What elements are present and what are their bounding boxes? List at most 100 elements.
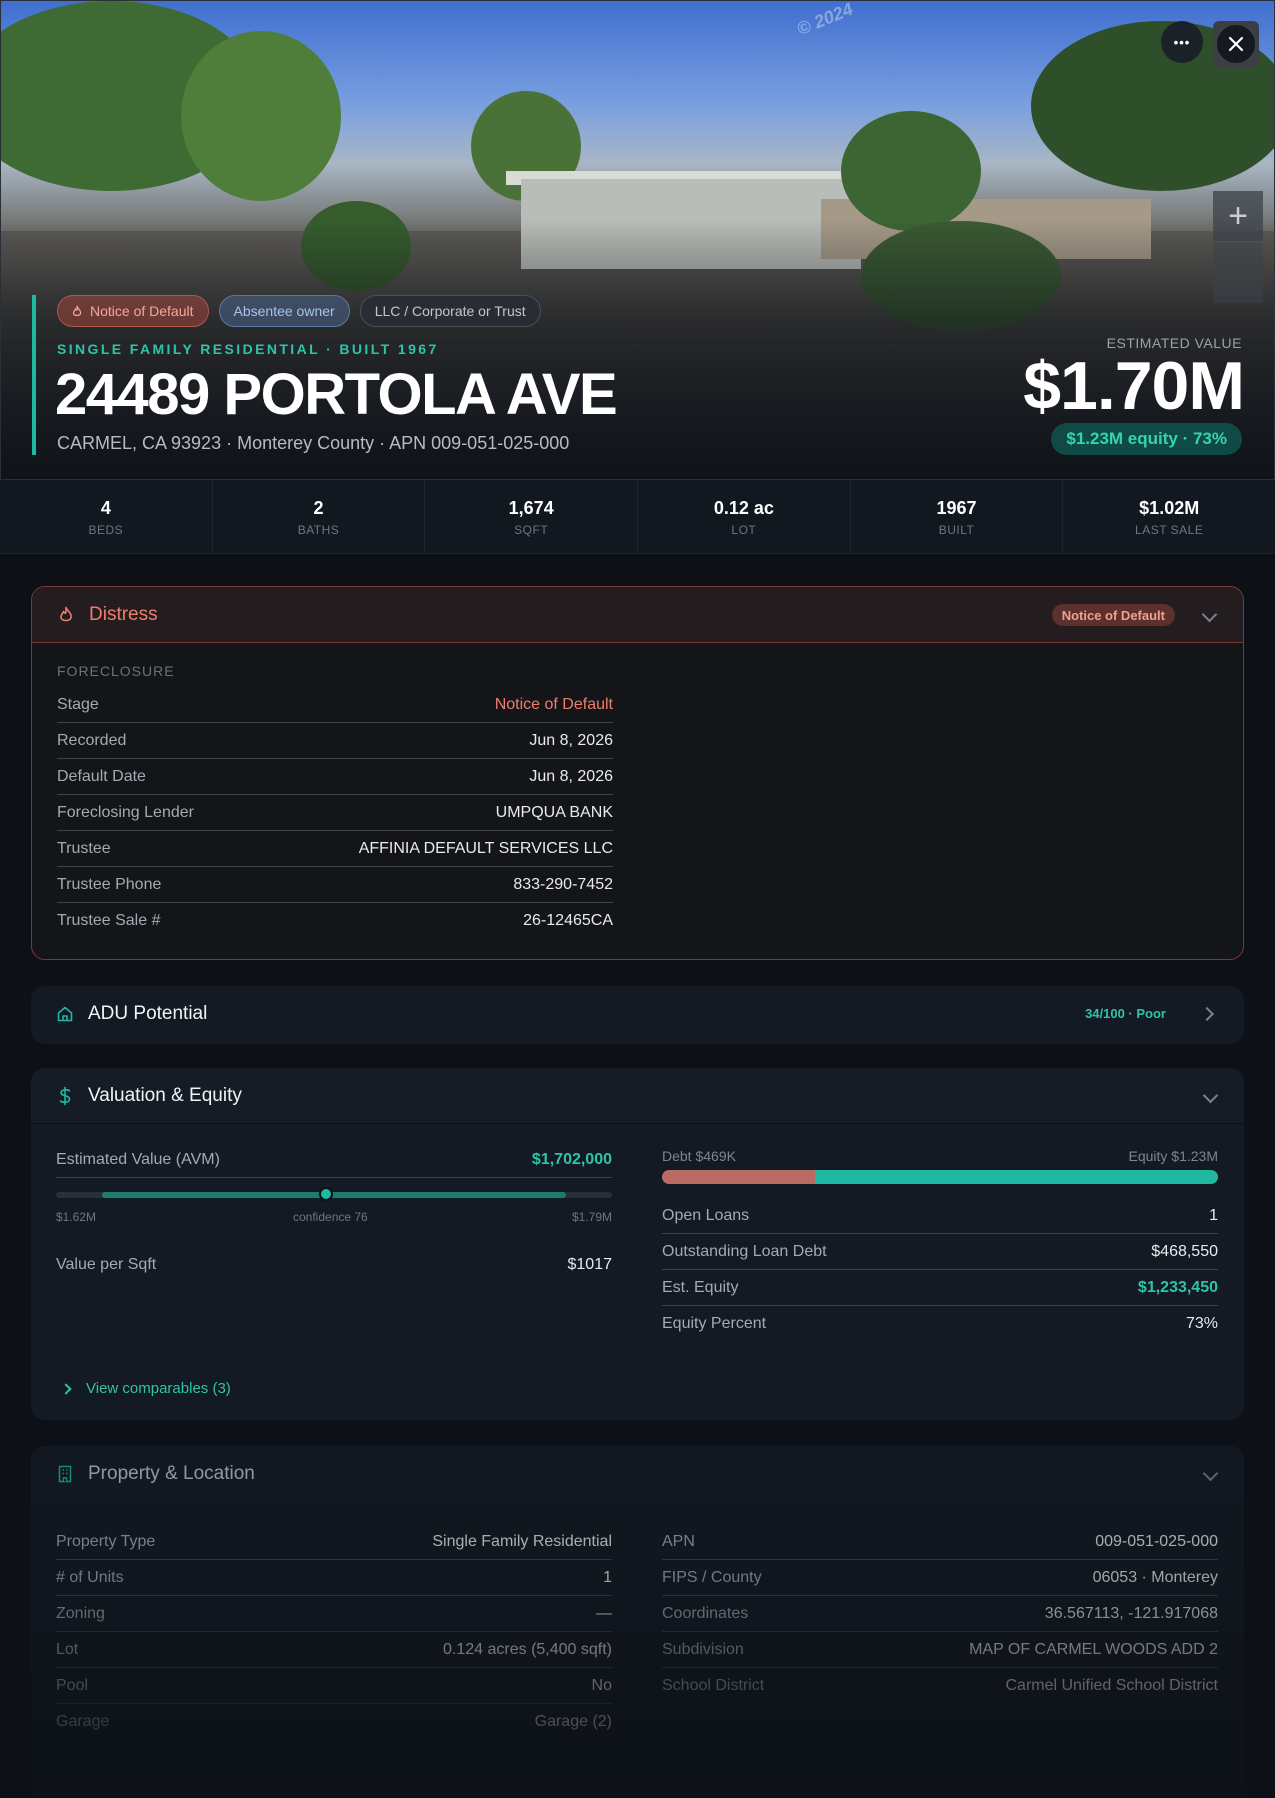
- row-trustee-sale: Trustee Sale # 26-12465CA: [57, 903, 613, 939]
- stat-label: BATHS: [297, 523, 340, 537]
- stat-sqft: 1,674 SQFT: [425, 480, 639, 553]
- row-value: 009-051-025-000: [1095, 1532, 1218, 1550]
- more-icon: •••: [1173, 34, 1191, 50]
- zoom-out-button[interactable]: [1213, 243, 1263, 303]
- equity-label: Equity $1.23M: [1128, 1148, 1219, 1164]
- valuation-header[interactable]: Valuation & Equity: [31, 1068, 1244, 1124]
- stat-label: BUILT: [938, 523, 975, 537]
- row-equity-percent: Equity Percent 73%: [662, 1306, 1218, 1342]
- distress-card: Distress Notice of Default FORECLOSURE S…: [31, 586, 1244, 960]
- debt-equity-bar: [662, 1170, 1218, 1184]
- avm-value: $1,702,000: [531, 1150, 612, 1168]
- row-open-loans: Open Loans 1: [662, 1198, 1218, 1234]
- stat-lot: 0.12 ac LOT: [638, 480, 851, 553]
- row-key: Est. Equity: [662, 1278, 739, 1296]
- stats-bar: 4 BEDS 2 BATHS 1,674 SQFT 0.12 ac LOT 1967 BU…: [0, 480, 1275, 554]
- chevron-down-icon[interactable]: [1202, 1465, 1219, 1482]
- row-lot: Lot 0.124 acres (5,400 sqft): [56, 1632, 612, 1668]
- row-key: Trustee Sale #: [57, 912, 161, 929]
- row-key: Stage: [57, 695, 99, 713]
- stat-value: 2: [313, 498, 324, 518]
- row-key: Pool: [56, 1676, 89, 1694]
- row-garage: Garage Garage (2): [56, 1704, 612, 1740]
- stat-label: BEDS: [88, 523, 124, 537]
- row-value: —: [596, 1604, 612, 1622]
- row-value: $468,550: [1151, 1242, 1218, 1260]
- row-value: $1017: [567, 1256, 613, 1273]
- distress-header[interactable]: Distress Notice of Default: [32, 587, 1243, 643]
- view-comparables-link[interactable]: View comparables (3): [56, 1380, 231, 1397]
- tag-label: Absentee owner: [233, 303, 335, 319]
- property-location-card: Property & Location Property Type Single …: [31, 1446, 1244, 1798]
- range-high: $1.79M: [572, 1210, 613, 1224]
- stat-value: 1,674: [508, 498, 554, 518]
- tag-list: Notice of Default Absentee owner LLC / C…: [57, 295, 541, 327]
- image-watermark: © 2024: [794, 0, 856, 40]
- equity-badge: $1.23M equity · 73%: [1051, 423, 1242, 455]
- stat-value: 4: [100, 498, 111, 518]
- more-options-button[interactable]: •••: [1161, 21, 1203, 63]
- row-key: Value per Sqft: [56, 1256, 157, 1273]
- row-value: $1,233,450: [1137, 1278, 1218, 1296]
- adu-score: 34/100 · Poor: [1085, 1006, 1166, 1021]
- row-key: # of Units: [56, 1568, 124, 1586]
- foreclosure-label: FORECLOSURE: [57, 663, 175, 679]
- tag-label: Notice of Default: [90, 303, 194, 319]
- tag-absentee-owner[interactable]: Absentee owner: [218, 295, 350, 327]
- property-header[interactable]: Property & Location: [31, 1446, 1244, 1502]
- row-trustee: Trustee AFFINIA DEFAULT SERVICES LLC: [57, 831, 613, 867]
- stat-value: $1.02M: [1139, 498, 1200, 518]
- row-key: APN: [662, 1532, 695, 1550]
- row-school-district: School District Carmel Unified School Dis…: [662, 1668, 1218, 1704]
- close-button[interactable]: [1213, 21, 1259, 67]
- value-per-sqft-row: Value per Sqft $1017: [56, 1247, 612, 1283]
- row-key: Open Loans: [662, 1206, 750, 1224]
- distress-title: Distress: [89, 603, 158, 625]
- row-key: Zoning: [56, 1604, 105, 1622]
- debt-segment: [662, 1170, 816, 1184]
- row-key: Property Type: [56, 1532, 156, 1550]
- row-key: Garage: [56, 1713, 110, 1730]
- row-value: Jun 8, 2026: [529, 767, 613, 785]
- zoom-in-button[interactable]: +: [1213, 191, 1263, 241]
- row-key: Subdivision: [662, 1640, 744, 1658]
- row-value: 06053 · Monterey: [1092, 1568, 1218, 1586]
- stat-value: 1967: [936, 498, 977, 518]
- range-marker: [318, 1187, 333, 1201]
- row-key: Equity Percent: [662, 1315, 767, 1332]
- row-units: # of Units 1: [56, 1560, 612, 1596]
- property-location: CARMEL, CA 93923 · Monterey County · APN…: [57, 433, 570, 453]
- row-value: MAP OF CARMEL WOODS ADD 2: [969, 1640, 1218, 1658]
- hero-photo: © 2024 ••• + Notice of Default Absentee …: [0, 0, 1275, 480]
- row-stage: Stage Notice of Default: [57, 687, 613, 723]
- stat-last-sale: $1.02M LAST SALE: [1063, 480, 1275, 553]
- row-value: Jun 8, 2026: [529, 731, 613, 749]
- building-icon: [56, 1465, 74, 1483]
- row-value[interactable]: 833-290-7452: [513, 876, 613, 894]
- row-key: Trustee: [57, 839, 111, 857]
- row-est-equity: Est. Equity $1,233,450: [662, 1270, 1218, 1306]
- stat-baths: 2 BATHS: [213, 480, 426, 553]
- row-value: 1: [1209, 1206, 1218, 1224]
- adu-potential-card[interactable]: ADU Potential 34/100 · Poor: [31, 986, 1244, 1044]
- row-key: Lot: [56, 1640, 79, 1658]
- row-value: No: [591, 1676, 612, 1694]
- chevron-right-icon: [60, 1382, 72, 1395]
- row-trustee-phone: Trustee Phone 833-290-7452: [57, 867, 613, 903]
- tag-llc-trust[interactable]: LLC / Corporate or Trust: [359, 295, 541, 327]
- chevron-down-icon[interactable]: [1201, 606, 1218, 623]
- tag-notice-of-default[interactable]: Notice of Default: [57, 295, 209, 327]
- debt-label: Debt $469K: [662, 1148, 736, 1164]
- row-key: Trustee Phone: [57, 875, 162, 893]
- adu-header[interactable]: ADU Potential 34/100 · Poor: [31, 986, 1244, 1042]
- row-key: Foreclosing Lender: [57, 803, 194, 821]
- row-default-date: Default Date Jun 8, 2026: [57, 759, 613, 795]
- accent-bar: [32, 295, 36, 455]
- stat-beds: 4 BEDS: [0, 480, 213, 553]
- chevron-down-icon[interactable]: [1202, 1087, 1219, 1104]
- stat-built: 1967 BUILT: [851, 480, 1064, 553]
- close-icon: [1228, 36, 1244, 52]
- property-address: 24489 PORTOLA AVE: [55, 362, 618, 427]
- chevron-right-icon[interactable]: [1199, 1006, 1215, 1022]
- valuation-card: Valuation & Equity Estimated Value (AVM)…: [31, 1068, 1244, 1420]
